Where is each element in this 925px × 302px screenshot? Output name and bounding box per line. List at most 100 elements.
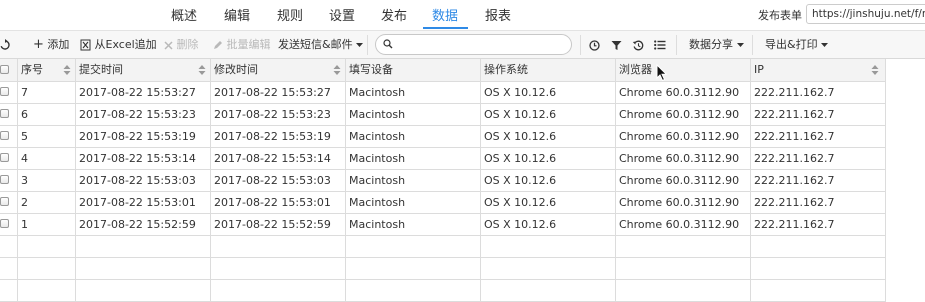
column-divider xyxy=(345,59,346,302)
cell-modify-time: 2017-08-22 15:53:19 xyxy=(214,130,331,143)
sort-icon[interactable] xyxy=(871,64,879,76)
table-row[interactable]: 4 2017-08-22 15:53:14 2017-08-22 15:53:14 M… xyxy=(0,147,885,169)
send-sms-email-dropdown[interactable]: 发送短信&邮件 xyxy=(278,31,364,59)
cell-index: 2 xyxy=(21,196,28,209)
top-navigation: 概述 编辑 规则 设置 发布 数据 报表 发布表单 https://jinshu… xyxy=(0,0,925,30)
column-header-device[interactable]: 填写设备 xyxy=(349,59,393,81)
row-checkbox[interactable] xyxy=(0,153,9,162)
tab-overview[interactable]: 概述 xyxy=(171,5,197,24)
column-header-ip[interactable]: IP xyxy=(754,59,764,81)
cell-browser: Chrome 60.0.3112.90 xyxy=(619,218,740,231)
row-checkbox[interactable] xyxy=(0,197,9,206)
cell-submit-time: 2017-08-22 15:53:27 xyxy=(79,86,196,99)
list-icon[interactable] xyxy=(654,31,666,59)
add-label: 添加 xyxy=(47,38,70,51)
sort-icon[interactable] xyxy=(333,64,341,76)
table-row[interactable]: 7 2017-08-22 15:53:27 2017-08-22 15:53:27 M… xyxy=(0,81,885,103)
cell-device: Macintosh xyxy=(349,86,406,99)
tab-rules[interactable]: 规则 xyxy=(277,5,303,24)
row-checkbox[interactable] xyxy=(0,219,9,228)
cell-ip: 222.211.162.7 xyxy=(754,174,835,187)
toolbar-divider xyxy=(367,35,368,55)
batch-edit-label: 批量编辑 xyxy=(226,38,271,51)
table-row[interactable]: 5 2017-08-22 15:53:19 2017-08-22 15:53:19 M… xyxy=(0,125,885,147)
column-header-os[interactable]: 操作系统 xyxy=(484,59,528,81)
filter-icon[interactable] xyxy=(611,31,622,59)
cell-submit-time: 2017-08-22 15:52:59 xyxy=(79,218,196,231)
row-divider xyxy=(0,191,885,192)
cell-browser: Chrome 60.0.3112.90 xyxy=(619,196,740,209)
cell-browser: Chrome 60.0.3112.90 xyxy=(619,152,740,165)
sort-icon[interactable] xyxy=(198,64,206,76)
cell-ip: 222.211.162.7 xyxy=(754,130,835,143)
cell-submit-time: 2017-08-22 15:53:19 xyxy=(79,130,196,143)
cell-index: 3 xyxy=(21,174,28,187)
sort-icon[interactable] xyxy=(63,64,71,76)
cell-device: Macintosh xyxy=(349,218,406,231)
mouse-cursor-icon xyxy=(656,64,668,82)
row-divider xyxy=(0,257,885,258)
data-share-dropdown[interactable]: 数据分享 xyxy=(689,31,744,59)
active-tab-underline xyxy=(423,27,468,29)
publish-url-field[interactable]: https://jinshuju.net/f/r8V xyxy=(806,4,925,24)
cell-ip: 222.211.162.7 xyxy=(754,108,835,121)
cell-browser: Chrome 60.0.3112.90 xyxy=(619,86,740,99)
row-checkbox[interactable] xyxy=(0,87,9,96)
column-header-index[interactable]: 序号 xyxy=(21,59,43,81)
row-checkbox[interactable] xyxy=(0,175,9,184)
cell-modify-time: 2017-08-22 15:53:14 xyxy=(214,152,331,165)
publish-form-label: 发布表单 xyxy=(758,9,802,22)
table-row[interactable]: 1 2017-08-22 15:52:59 2017-08-22 15:52:59 M… xyxy=(0,213,885,235)
excel-icon xyxy=(80,39,91,51)
column-divider xyxy=(17,59,18,302)
toolbar-divider xyxy=(580,35,581,55)
tab-data[interactable]: 数据 xyxy=(432,5,458,24)
cell-browser: Chrome 60.0.3112.90 xyxy=(619,108,740,121)
column-divider xyxy=(480,59,481,302)
delete-icon xyxy=(164,40,173,50)
row-divider xyxy=(0,103,885,104)
table-row[interactable]: 2 2017-08-22 15:53:01 2017-08-22 15:53:01 M… xyxy=(0,191,885,213)
cell-submit-time: 2017-08-22 15:53:14 xyxy=(79,152,196,165)
export-print-dropdown[interactable]: 导出&打印 xyxy=(765,31,829,59)
search-input[interactable] xyxy=(396,36,566,53)
tab-edit[interactable]: 编辑 xyxy=(224,5,250,24)
search-icon xyxy=(383,39,393,49)
tab-reports[interactable]: 报表 xyxy=(485,5,511,24)
delete-button[interactable]: 删除 xyxy=(164,31,199,59)
row-divider xyxy=(0,213,885,214)
column-header-submit-time[interactable]: 提交时间 xyxy=(79,59,123,81)
cell-index: 5 xyxy=(21,130,28,143)
row-divider xyxy=(0,81,885,82)
column-divider xyxy=(210,59,211,302)
refresh-icon[interactable] xyxy=(0,31,10,59)
batch-edit-button[interactable]: 批量编辑 xyxy=(213,31,271,59)
history-icon[interactable] xyxy=(632,31,644,59)
row-checkbox[interactable] xyxy=(0,131,9,140)
cell-os: OS X 10.12.6 xyxy=(484,196,557,209)
cell-modify-time: 2017-08-22 15:52:59 xyxy=(214,218,331,231)
table-header: 序号 提交时间 修改时间 填写设备 操作系统 浏览器 IP xyxy=(0,59,885,81)
search-box[interactable] xyxy=(375,34,572,55)
table-row[interactable]: 6 2017-08-22 15:53:23 2017-08-22 15:53:23 M… xyxy=(0,103,885,125)
column-header-browser[interactable]: 浏览器 xyxy=(619,59,652,81)
cell-ip: 222.211.162.7 xyxy=(754,152,835,165)
select-all-checkbox[interactable] xyxy=(0,65,9,74)
add-button[interactable]: + 添加 xyxy=(33,31,69,59)
cell-ip: 222.211.162.7 xyxy=(754,196,835,209)
caret-down-icon xyxy=(736,42,744,47)
clock-icon[interactable] xyxy=(589,31,600,59)
row-checkbox[interactable] xyxy=(0,109,9,118)
cell-ip: 222.211.162.7 xyxy=(754,218,835,231)
tab-publish[interactable]: 发布 xyxy=(381,5,407,24)
cell-browser: Chrome 60.0.3112.90 xyxy=(619,174,740,187)
row-divider xyxy=(0,279,885,280)
table-row[interactable]: 3 2017-08-22 15:53:03 2017-08-22 15:53:03 M… xyxy=(0,169,885,191)
import-excel-button[interactable]: 从Excel追加 xyxy=(80,31,157,59)
cell-index: 7 xyxy=(21,86,28,99)
cell-device: Macintosh xyxy=(349,174,406,187)
column-header-modify-time[interactable]: 修改时间 xyxy=(214,59,258,81)
cell-os: OS X 10.12.6 xyxy=(484,130,557,143)
tab-settings[interactable]: 设置 xyxy=(329,5,355,24)
row-divider xyxy=(0,147,885,148)
